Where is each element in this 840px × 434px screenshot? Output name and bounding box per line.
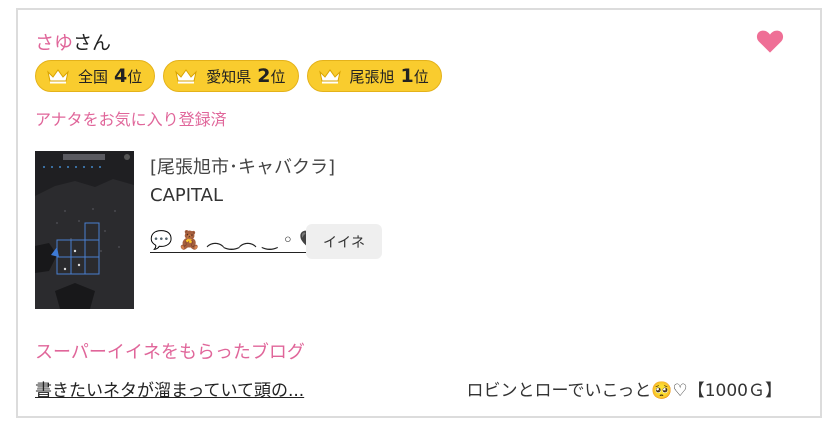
rank-badge-prefecture: 愛知県 2 位 — [163, 60, 299, 92]
rank-badge-national: 全国 4 位 — [35, 60, 156, 92]
user-name-line[interactable]: さゆさん — [35, 28, 111, 55]
badge-unit: 位 — [127, 67, 143, 86]
shop-comment[interactable]: 💬 🧸 ︵‿︵ ‿ ◦ 🖤 — [150, 230, 322, 253]
shop-thumbnail[interactable] — [35, 151, 134, 309]
badge-unit: 位 — [413, 67, 429, 86]
badge-rank: 1 — [400, 65, 414, 87]
badge-area: 全国 — [78, 67, 109, 86]
crown-icon — [47, 69, 69, 84]
badge-area: 尾張旭 — [349, 67, 395, 86]
shop-category[interactable]: [尾張旭市･キャバクラ] — [150, 153, 335, 179]
heart-icon[interactable] — [756, 28, 784, 54]
badge-rank: 4 — [114, 65, 128, 87]
crown-icon — [318, 69, 341, 84]
honorific: さん — [73, 32, 112, 54]
shop-name[interactable]: CAPITAL — [150, 185, 223, 206]
ranking-badges: 全国 4 位 愛知県 2 位 尾張旭 1 位 — [35, 60, 442, 92]
favorite-status: アナタをお気に入り登録済 — [35, 110, 227, 129]
blog-meta: ロビンとローでいこっと🥺♡【1000Ｇ】 — [466, 381, 782, 401]
badge-area: 愛知県 — [206, 67, 252, 86]
crown-icon — [175, 69, 198, 84]
rank-badge-city: 尾張旭 1 位 — [306, 60, 442, 92]
badge-rank: 2 — [257, 65, 271, 87]
map-image — [35, 151, 134, 309]
user-name[interactable]: さゆ — [35, 32, 73, 54]
blog-title-link[interactable]: 書きたいネタが溜まっていて頭の... — [35, 376, 304, 401]
like-button[interactable]: イイネ — [306, 224, 382, 259]
section-title: スーパーイイネをもらったブログ — [35, 342, 305, 363]
badge-unit: 位 — [270, 67, 286, 86]
